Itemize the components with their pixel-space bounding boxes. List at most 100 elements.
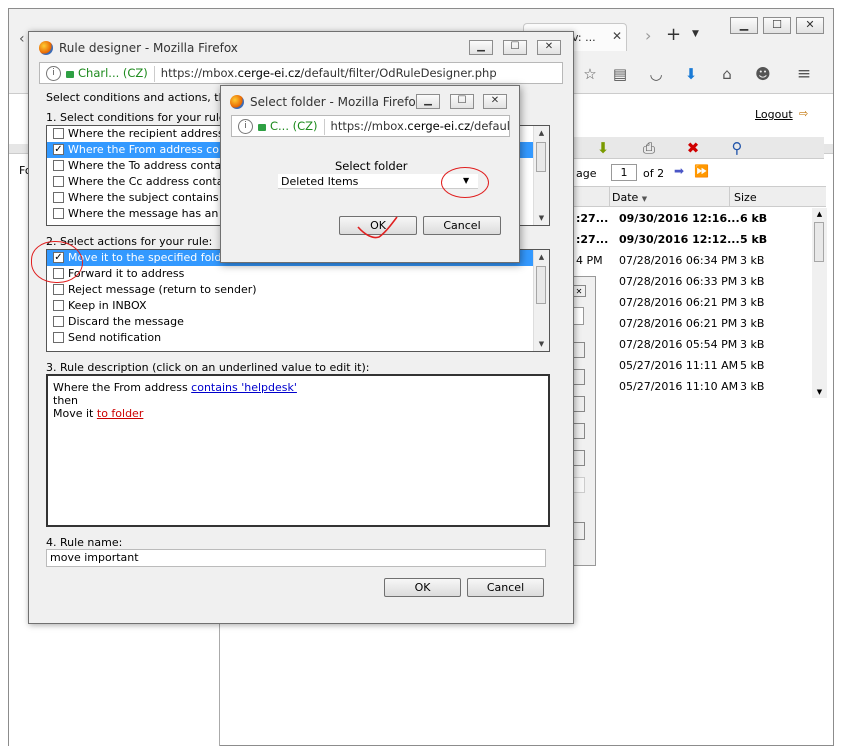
action-checkbox[interactable] (53, 283, 64, 295)
message-row[interactable]: 4 PM 07/28/2016 06:34 PM 3 kB (574, 250, 804, 271)
url-domain: cerge-ei.cz (237, 66, 301, 80)
annotation-circle-checkbox (31, 241, 83, 283)
print-icon[interactable]: ⎙ (640, 139, 658, 157)
message-time: :27... (576, 212, 609, 225)
scroll-up-icon[interactable]: ▲ (534, 250, 549, 264)
condition-checkbox[interactable] (53, 191, 64, 203)
reading-list-icon[interactable]: ▤ (611, 65, 629, 83)
message-row[interactable]: 05/27/2016 11:10 AM 3 kB (574, 376, 804, 397)
message-list-header: Date ▼ Size (574, 186, 826, 207)
logout-link[interactable]: Logout (755, 108, 793, 121)
action-item[interactable]: Reject message (return to sender) (47, 282, 549, 298)
rule-designer-close-button[interactable]: ✕ (537, 40, 561, 55)
new-tab-icon[interactable]: + (666, 24, 681, 45)
action-item[interactable]: Discard the message (47, 314, 549, 330)
select-folder-minimize-button[interactable]: ▁ (416, 94, 440, 109)
rule-designer-url-bar[interactable]: i Charl... (CZ) https://mbox.cerge-ei.cz/d… (39, 62, 563, 84)
select-folder-cancel-button[interactable]: Cancel (423, 216, 501, 235)
message-size: 3 kB (740, 254, 765, 267)
select-folder-close-button[interactable]: ✕ (483, 94, 507, 109)
pocket-icon[interactable]: ◡ (647, 65, 665, 83)
rule-name-input[interactable]: move important (46, 549, 546, 567)
tab-scroll-right-icon[interactable]: › (645, 26, 651, 45)
rule-designer-cancel-button[interactable]: Cancel (467, 578, 544, 597)
search-icon[interactable]: ⚲ (728, 139, 746, 157)
bookmark-star-icon[interactable]: ☆ (581, 65, 599, 83)
scroll-thumb[interactable] (536, 142, 546, 172)
action-checkbox[interactable] (53, 299, 64, 311)
scroll-down-icon[interactable]: ▼ (812, 386, 827, 398)
condition-checkbox[interactable] (53, 207, 64, 219)
message-list: :27... 09/30/2016 12:16... 6 kB:27... 09/30… (574, 208, 810, 398)
message-row[interactable]: 07/28/2016 06:33 PM 3 kB (574, 271, 804, 292)
download-icon[interactable]: ⬇ (682, 65, 700, 83)
tab-close-icon[interactable]: ✕ (612, 29, 622, 43)
rule-designer-maximize-button[interactable]: ☐ (503, 40, 527, 55)
message-row[interactable]: 07/28/2016 06:21 PM 3 kB (574, 292, 804, 313)
hidden-dialog-close-icon[interactable]: ✕ (572, 285, 586, 297)
scroll-down-icon[interactable]: ▼ (534, 211, 549, 225)
condition-value-link[interactable]: contains 'helpdesk' (191, 381, 297, 394)
message-row[interactable]: 07/28/2016 06:21 PM 3 kB (574, 313, 804, 334)
close-button[interactable]: ✕ (796, 17, 824, 34)
home-icon[interactable]: ⌂ (718, 65, 736, 83)
message-row[interactable]: :27... 09/30/2016 12:12... 5 kB (574, 229, 804, 250)
select-folder-maximize-button[interactable]: ☐ (450, 94, 474, 109)
tab-list-icon[interactable]: ▼ (692, 29, 699, 39)
maximize-button[interactable]: ☐ (763, 17, 791, 34)
scroll-thumb[interactable] (814, 222, 824, 262)
scroll-down-icon[interactable]: ▼ (534, 337, 549, 351)
lock-icon (258, 124, 266, 131)
rule-designer-title: Rule designer - Mozilla Firefox (59, 41, 238, 55)
actions-scrollbar[interactable]: ▲ ▼ (533, 250, 549, 351)
message-time: :27... (576, 233, 609, 246)
scroll-thumb[interactable] (536, 266, 546, 304)
last-page-icon[interactable]: ⏩ (694, 164, 709, 178)
condition-checkbox[interactable] (53, 175, 64, 187)
condition-checkbox[interactable] (53, 159, 64, 171)
rule-description-box: Where the From address contains 'helpdes… (46, 374, 550, 527)
page-number-input[interactable]: 1 (611, 164, 637, 181)
action-item[interactable]: Forward it to address (47, 266, 549, 282)
scroll-up-icon[interactable]: ▲ (534, 126, 549, 140)
condition-label: Where the subject contains wor (68, 191, 243, 204)
condition-checkbox[interactable] (53, 127, 64, 139)
action-label: Move it to the specified folder (68, 251, 233, 264)
message-list-scrollbar[interactable]: ▲ ▼ (812, 208, 827, 398)
minimize-button[interactable]: ▁ (730, 17, 758, 34)
conditions-scrollbar[interactable]: ▲ ▼ (533, 126, 549, 225)
rule-designer-minimize-button[interactable]: ▁ (469, 40, 493, 55)
action-label: Forward it to address (68, 267, 185, 280)
action-item[interactable]: Keep in INBOX (47, 298, 549, 314)
pager-page-label: age (576, 167, 597, 180)
action-checkbox[interactable] (53, 315, 64, 327)
message-row[interactable]: 07/28/2016 05:54 PM 3 kB (574, 334, 804, 355)
move-message-icon[interactable]: ⬇ (594, 139, 612, 157)
column-header-size[interactable]: Size (734, 191, 757, 204)
info-icon[interactable]: i (46, 66, 61, 81)
action-item[interactable]: Send notification (47, 330, 549, 346)
hello-icon[interactable]: ☻ (754, 65, 772, 83)
message-row[interactable]: :27... 09/30/2016 12:16... 6 kB (574, 208, 804, 229)
menu-icon[interactable]: ≡ (795, 65, 813, 83)
delete-icon[interactable]: ✖ (684, 139, 702, 157)
message-date: 05/27/2016 11:10 AM (619, 380, 739, 393)
message-row[interactable]: 05/27/2016 11:11 AM 5 kB (574, 355, 804, 376)
site-identity: C... (CZ) (270, 119, 318, 133)
scroll-up-icon[interactable]: ▲ (812, 208, 827, 220)
info-icon[interactable]: i (238, 119, 253, 134)
column-header-time[interactable] (574, 187, 610, 206)
message-date: 05/27/2016 11:11 AM (619, 359, 739, 372)
condition-checkbox[interactable] (53, 143, 64, 155)
select-folder-heading: Select folder (335, 159, 408, 173)
next-page-icon[interactable]: ➡ (674, 164, 684, 178)
back-icon[interactable]: ‹ (19, 31, 25, 47)
column-header-date[interactable]: Date ▼ (612, 191, 647, 204)
folder-value-link[interactable]: to folder (97, 407, 143, 420)
condition-label: Where the recipient address (To (68, 127, 244, 140)
select-folder-url-bar[interactable]: i C... (CZ) https://mbox.cerge-ei.cz/defau… (231, 115, 510, 137)
annotation-circle-dropdown (441, 167, 489, 198)
action-checkbox[interactable] (53, 331, 64, 343)
folder-select-value: Deleted Items (281, 175, 359, 188)
rule-designer-ok-button[interactable]: OK (384, 578, 461, 597)
